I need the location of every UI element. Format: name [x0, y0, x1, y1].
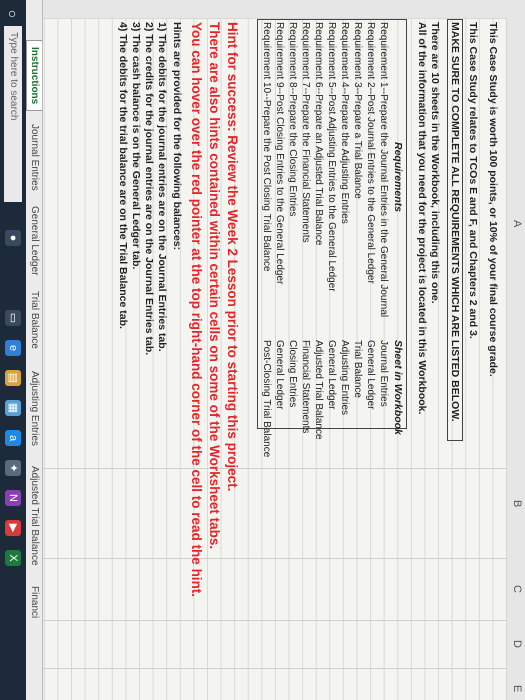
- intro-sheet-count: There are 10 sheets in the Workbook, inc…: [429, 22, 441, 304]
- dropbox-icon[interactable]: ✦: [5, 460, 21, 476]
- sheet-2: General Ledger: [365, 340, 376, 410]
- tab-adjusting-entries[interactable]: Adjusting Entries: [29, 365, 40, 452]
- hint-item-2: 2) The credits for the journal entries a…: [143, 22, 155, 356]
- tab-financial-statements[interactable]: Financi: [29, 580, 40, 624]
- requirements-header: Requirements: [392, 142, 404, 213]
- onenote-icon[interactable]: N: [5, 490, 21, 506]
- tab-instructions[interactable]: Instructions: [26, 40, 42, 112]
- media-app-icon[interactable]: ▶: [5, 520, 21, 536]
- column-e-header[interactable]: E: [511, 685, 523, 692]
- task-view-icon[interactable]: ▭: [5, 310, 21, 326]
- store-icon[interactable]: ▦: [5, 400, 21, 416]
- column-divider: [40, 668, 507, 669]
- excel-icon[interactable]: X: [5, 550, 21, 566]
- requirement-4: Requirement 4--Prepare the Adjusting Ent…: [339, 22, 350, 224]
- intro-grade: This Case Study is worth 100 points, or …: [487, 22, 499, 377]
- sheet-9: General Ledger: [274, 340, 285, 410]
- column-b-header[interactable]: B: [511, 500, 523, 507]
- column-divider: [40, 558, 507, 559]
- intro-info-location: All of the information that you need for…: [416, 22, 428, 415]
- spreadsheet-photo: A B C D E This Case Study is worth 100 p…: [0, 0, 525, 700]
- requirement-3: Requirement 3--Prepare a Trial Balance: [352, 22, 363, 199]
- start-circle-icon[interactable]: ○: [5, 6, 21, 22]
- sheet-5: General Ledger: [326, 340, 337, 410]
- sheet-tab-bar: Instructions Journal Entries General Led…: [26, 0, 43, 700]
- tab-journal-entries[interactable]: Journal Entries: [29, 118, 40, 197]
- sheet-7: Financial Statements: [300, 340, 311, 434]
- column-divider: [40, 468, 507, 469]
- intro-requirements-notice: MAKE SURE TO COMPLETE ALL REQUIREMENTS W…: [449, 22, 461, 422]
- column-header-row: A B C D E: [506, 0, 525, 700]
- requirement-10: Requirement 10--Prepare the Post Closing…: [261, 22, 272, 272]
- hint-cells: There are also hints contained within ce…: [207, 22, 222, 550]
- row-header-column: [37, 0, 507, 19]
- tab-adjusted-trial-balance[interactable]: Adjusted Trial Balance: [29, 460, 40, 572]
- requirement-7: Requirement 7--Prepare the Financial Sta…: [300, 22, 311, 243]
- hint-item-3: 3) The cash balance is on the General Le…: [130, 22, 142, 270]
- microphone-icon[interactable]: ●: [5, 230, 21, 246]
- requirement-1: Requirement 1--Prepare the Journal Entri…: [378, 22, 389, 318]
- taskbar-search-box[interactable]: Type here to search: [4, 26, 22, 202]
- column-divider: [40, 620, 507, 621]
- edge-browser-icon[interactable]: e: [5, 340, 21, 356]
- tab-general-ledger[interactable]: General Ledger: [29, 200, 40, 282]
- windows-taskbar: ○ Type here to search ● ▭ e ▤ ▦ a ✦ N ▶ …: [0, 0, 26, 700]
- hint-item-4: 4) The debits for the trial balance are …: [117, 22, 129, 329]
- sheet-4: Adjusting Entries: [339, 340, 350, 416]
- amazon-icon[interactable]: a: [5, 430, 21, 446]
- sheet-3: Trial Balance: [352, 340, 363, 398]
- requirement-8: Requirement 8--Prepare the Closing Entri…: [287, 22, 298, 217]
- column-a-header[interactable]: A: [511, 220, 523, 227]
- tab-trial-balance[interactable]: Trial Balance: [29, 285, 40, 355]
- sheet-8: Closing Entries: [287, 340, 298, 408]
- hint-item-1: 1) The debits for the journal entries ar…: [156, 22, 168, 352]
- sheet-10: Post-Closing Trial Balance: [261, 340, 272, 458]
- column-c-header[interactable]: C: [511, 585, 523, 593]
- requirement-2: Requirement 2--Post Journal Entries to t…: [365, 22, 376, 284]
- file-explorer-icon[interactable]: ▤: [5, 370, 21, 386]
- sheet-1: Journal Entries: [378, 340, 389, 407]
- intro-tcos: This Case Study relates to TCOs E and F,…: [467, 22, 479, 339]
- requirement-6: Requirement 6--Prepare an Adjusted Trial…: [313, 22, 324, 246]
- hint-hover: You can hover over the red pointer at th…: [189, 22, 204, 598]
- sheet-header: Sheet in Workbook: [392, 340, 404, 435]
- hint-success: Hint for success: Review the Week 2 Less…: [225, 22, 240, 492]
- column-d-header[interactable]: D: [511, 640, 523, 648]
- hints-provided: Hints are provided for the following bal…: [171, 22, 183, 251]
- requirement-9: Requirement 9--Post Closing Entries to t…: [274, 22, 285, 285]
- sheet-6: Adjusted Trial Balance: [313, 340, 324, 440]
- requirement-5: Requirement 5--Post Adjusting Entries to…: [326, 22, 337, 292]
